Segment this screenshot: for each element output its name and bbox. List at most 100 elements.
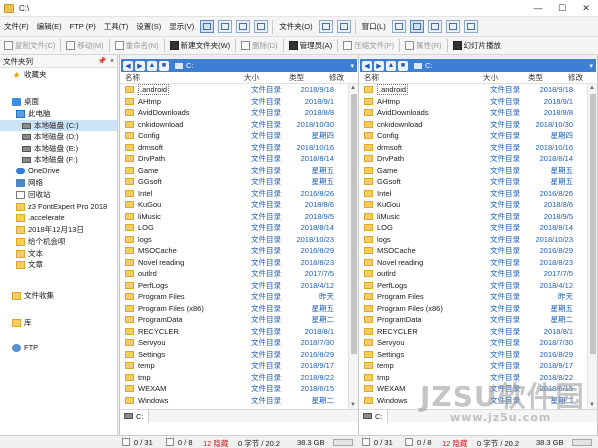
menu-file[interactable]: 文件(F) — [0, 17, 33, 37]
file-row[interactable]: MSOCache 文件目录 2016/8/29 — [120, 245, 346, 257]
back-icon[interactable]: ◀ — [123, 60, 133, 71]
layout-horizontal-icon[interactable] — [427, 20, 442, 33]
tree-node[interactable]: z3 FontExpert Pro 2018 — [0, 201, 117, 212]
file-row[interactable]: GGsoft 文件目录 星期五 — [120, 176, 346, 188]
compress-button[interactable]: 压缩文件(P) — [339, 38, 398, 54]
up-icon[interactable]: ▲ — [386, 60, 396, 71]
file-row[interactable]: Config 文件目录 星期四 — [359, 130, 585, 142]
file-row[interactable]: Program Files (x86) 文件目录 星期五 — [120, 303, 346, 315]
file-row[interactable]: drmsoft 文件目录 2018/10/16 — [359, 142, 585, 154]
column-name[interactable]: 名称 — [359, 72, 463, 83]
layout-single-icon[interactable] — [391, 20, 406, 33]
tree-node[interactable]: 文本 — [0, 248, 117, 259]
file-row[interactable]: RECYCLER 文件目录 2018/8/1 — [359, 326, 585, 338]
file-row[interactable]: Settings 文件目录 2016/8/29 — [120, 349, 346, 361]
file-row[interactable]: Settings 文件目录 2016/8/29 — [359, 349, 585, 361]
move-button[interactable]: 移动(M) — [62, 38, 107, 54]
menu-tools[interactable]: 工具(T) — [100, 17, 133, 37]
file-row[interactable]: drmsoft 文件目录 2018/10/16 — [120, 142, 346, 154]
file-row[interactable]: LOG 文件目录 2018/8/14 — [359, 222, 585, 234]
column-modified[interactable]: 修改 — [304, 72, 344, 83]
tree-node[interactable]: 此电脑 — [0, 108, 117, 119]
new-folder-button[interactable]: 新建文件夹(W) — [166, 38, 235, 54]
file-row[interactable]: AvidDownloads 文件目录 2018/8/8 — [120, 107, 346, 119]
menu-ftp[interactable]: FTP (P) — [66, 17, 100, 37]
view-details-icon[interactable] — [200, 20, 215, 33]
file-row[interactable]: liMusic 文件目录 2018/9/5 — [359, 211, 585, 223]
folder-icon[interactable]: ■ — [159, 60, 169, 71]
tree-node[interactable]: 回收站 — [0, 189, 117, 200]
tree-node[interactable]: 桌面 — [0, 96, 117, 107]
file-row[interactable]: Game 文件目录 星期五 — [120, 165, 346, 177]
layout-vertical-icon[interactable] — [445, 20, 460, 33]
chevron-down-icon[interactable]: ▾ — [589, 62, 593, 70]
view-list-icon[interactable] — [218, 20, 233, 33]
file-row[interactable]: LOG 文件目录 2018/8/14 — [120, 222, 346, 234]
file-row[interactable]: Program Files 文件目录 昨天 — [359, 291, 585, 303]
forward-icon[interactable]: ▶ — [135, 60, 145, 71]
scroll-down-icon[interactable]: ▼ — [350, 402, 356, 408]
file-row[interactable]: Program Files 文件目录 昨天 — [120, 291, 346, 303]
forward-icon[interactable]: ▶ — [374, 60, 384, 71]
column-name[interactable]: 名称 — [120, 72, 224, 83]
tree-node[interactable]: 网络 — [0, 177, 117, 188]
tree-node[interactable]: 文章 — [0, 259, 117, 270]
chevron-down-icon[interactable]: ▾ — [350, 62, 354, 70]
tree-node[interactable]: .accelerate — [0, 212, 117, 223]
file-row[interactable]: Novel reading 文件目录 2018/8/23 — [120, 257, 346, 269]
scroll-thumb[interactable] — [351, 94, 357, 354]
file-row[interactable]: ProgramData 文件目录 星期二 — [120, 314, 346, 326]
file-row[interactable]: DrvPath 文件目录 2018/8/14 — [359, 153, 585, 165]
close-icon[interactable]: × — [107, 58, 117, 65]
view-icons-icon[interactable] — [236, 20, 251, 33]
rename-button[interactable]: 重命名(N) — [111, 38, 163, 54]
file-row[interactable]: KuGou 文件目录 2018/8/6 — [120, 199, 346, 211]
menu-view[interactable]: 显示(V) — [165, 17, 198, 37]
folder-dual-icon[interactable] — [336, 20, 351, 33]
file-row[interactable]: AHtmp 文件目录 2018/9/1 — [359, 96, 585, 108]
file-row[interactable]: Config 文件目录 星期四 — [120, 130, 346, 142]
file-row[interactable]: ProgramData 文件目录 星期二 — [359, 314, 585, 326]
file-row[interactable]: cnkidownload 文件目录 2018/10/30 — [120, 119, 346, 131]
file-row[interactable]: PerfLogs 文件目录 2018/4/12 — [359, 280, 585, 292]
folder-icon[interactable]: ■ — [398, 60, 408, 71]
file-row[interactable]: temp 文件目录 2018/9/17 — [120, 360, 346, 372]
tree-node[interactable]: 本地磁盘 (C:) — [0, 120, 117, 131]
file-row[interactable]: Servyou 文件目录 2018/7/30 — [120, 337, 346, 349]
tree-node[interactable]: 本地磁盘 (F:) — [0, 154, 117, 165]
view-thumbnails-icon[interactable] — [254, 20, 269, 33]
file-row[interactable]: liMusic 文件目录 2018/9/5 — [120, 211, 346, 223]
layout-tree-icon[interactable] — [463, 20, 478, 33]
column-type[interactable]: 类型 — [259, 72, 304, 83]
scroll-thumb[interactable] — [590, 94, 596, 354]
file-row[interactable]: DrvPath 文件目录 2018/8/14 — [120, 153, 346, 165]
file-row[interactable]: AvidDownloads 文件目录 2018/8/8 — [359, 107, 585, 119]
file-row[interactable]: WEXAM 文件目录 2018/6/15 — [120, 383, 346, 395]
file-row[interactable]: outlrd 文件目录 2017/7/5 — [120, 268, 346, 280]
scroll-down-icon[interactable]: ▼ — [589, 402, 595, 408]
slideshow-button[interactable]: 幻灯片播放 — [449, 38, 506, 54]
column-size[interactable]: 大小 — [463, 72, 498, 83]
drive-tab[interactable]: C: — [359, 409, 388, 423]
file-row[interactable]: outlrd 文件目录 2017/7/5 — [359, 268, 585, 280]
delete-button[interactable]: 删除(D) — [237, 38, 281, 54]
minimize-button[interactable]: — — [526, 0, 550, 17]
file-row[interactable]: .android 文件目录 2018/9/18 — [120, 84, 346, 96]
properties-button[interactable]: 属性(R) — [401, 38, 445, 54]
tree-node[interactable]: 文件收集 — [0, 290, 117, 301]
tree-node[interactable]: 给个机会呗 — [0, 236, 117, 247]
scrollbar[interactable]: ▲ ▼ — [587, 84, 597, 409]
column-type[interactable]: 类型 — [498, 72, 543, 83]
column-size[interactable]: 大小 — [224, 72, 259, 83]
tree-node[interactable]: 本地磁盘 (E:) — [0, 143, 117, 154]
file-row[interactable]: KuGou 文件目录 2018/8/6 — [359, 199, 585, 211]
file-row[interactable]: tmp 文件目录 2018/8/22 — [359, 372, 585, 384]
close-button[interactable]: ✕ — [574, 0, 598, 17]
file-row[interactable]: Program Files (x86) 文件目录 星期五 — [359, 303, 585, 315]
maximize-button[interactable]: ☐ — [550, 0, 574, 17]
tree-node[interactable]: 库 — [0, 317, 117, 328]
column-modified[interactable]: 修改 — [543, 72, 583, 83]
menu-folder[interactable]: 文件夹(O) — [275, 17, 316, 37]
file-row[interactable]: MSOCache 文件目录 2016/8/29 — [359, 245, 585, 257]
copy-button[interactable]: 复制文件(C) — [0, 38, 59, 54]
